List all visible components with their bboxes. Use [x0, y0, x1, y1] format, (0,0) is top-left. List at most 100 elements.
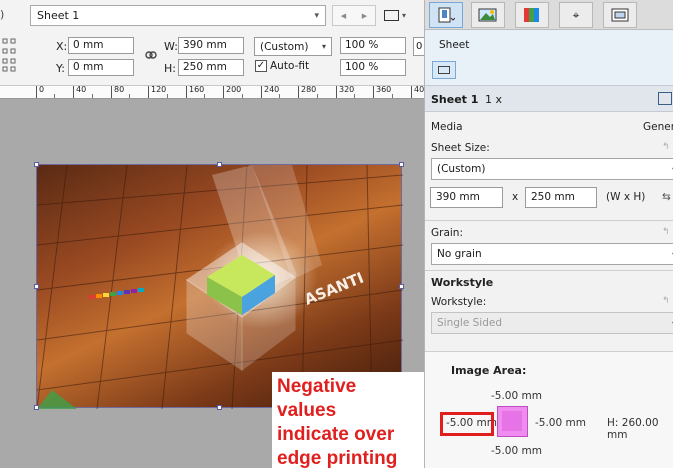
ruler-tick: 280: [298, 86, 316, 98]
y-label: Y:: [56, 62, 65, 75]
h-label: H:: [164, 62, 176, 75]
workstyle-value: Single Sided: [437, 317, 502, 329]
grain-value: No grain: [437, 248, 482, 260]
image-area-label: Image Area:: [451, 364, 527, 377]
resize-handle[interactable]: [34, 162, 39, 167]
chevron-down-icon: ▾: [402, 11, 407, 20]
ruler-minor-tick: [167, 94, 168, 98]
ruler-tick: 80: [111, 86, 124, 98]
tab-images[interactable]: [471, 2, 505, 28]
sheet-size-label: Sheet Size:: [431, 142, 490, 154]
annotation-callout: Negative values indicate over edge print…: [272, 372, 425, 468]
ruler-tick: 240: [261, 86, 279, 98]
sheet-thumbnail-icon: [438, 66, 450, 74]
ruler-tick: 120: [148, 86, 166, 98]
link-dimensions-icon[interactable]: [145, 49, 157, 61]
resize-handle[interactable]: [217, 162, 222, 167]
crosshair-icon: ⌖: [572, 7, 580, 22]
sheet-width-input[interactable]: 390 mm: [430, 187, 503, 208]
grain-label: Grain:: [431, 227, 463, 239]
sheet-settings-icon[interactable]: [658, 92, 672, 105]
times-label: x: [512, 191, 519, 203]
view-mode-button[interactable]: ▾: [384, 5, 418, 26]
right-margin-value[interactable]: -5.00 mm: [535, 417, 586, 429]
sheet-height-input[interactable]: 250 mm: [525, 187, 597, 208]
autofit-label: Auto-fit: [270, 60, 310, 72]
workstyle-select: Single Sided ▾: [431, 312, 673, 334]
bottom-margin-value[interactable]: -5.00 mm: [491, 445, 542, 457]
width-input[interactable]: 390 mm: [178, 37, 244, 54]
tab-crop-marks[interactable]: ⌖: [559, 2, 593, 28]
tab-color-marks[interactable]: [515, 2, 549, 28]
autofit-checkbox-row[interactable]: ✓ Auto-fit: [255, 60, 309, 72]
top-margin-value[interactable]: -5.00 mm: [491, 390, 542, 402]
size-preset-value: (Custom): [260, 40, 309, 53]
ruler-tick: 40: [73, 86, 86, 98]
sheet-title: Sheet 1: [431, 93, 479, 106]
ruler-minor-tick: [204, 94, 205, 98]
height-readout: H: 260.00 mm: [607, 417, 659, 441]
sheet-list-area: Sheet: [425, 30, 673, 85]
ruler-tick: 320: [336, 86, 354, 98]
ruler-tick: 160: [186, 86, 204, 98]
swap-icon[interactable]: ⇆: [662, 191, 671, 203]
image-area-section: Image Area: -5.00 mm -5.00 mm -5.00 mm H…: [425, 351, 673, 468]
ruler-tick: 200: [223, 86, 241, 98]
paren-fragment: ): [0, 8, 5, 21]
margin-highlight-box: [440, 412, 494, 436]
divider: [425, 220, 673, 221]
height-input[interactable]: 250 mm: [178, 59, 244, 76]
cut-off-field[interactable]: 0: [413, 37, 424, 56]
sheet-thumbnail[interactable]: [432, 61, 456, 79]
ruler-minor-tick: [317, 94, 318, 98]
reference-point-icon[interactable]: [2, 38, 16, 72]
ruler-tick: 0: [36, 86, 44, 98]
sheet-select[interactable]: Sheet 1 ▾: [30, 5, 326, 26]
tab-sheet[interactable]: [429, 2, 463, 28]
sheet-list-label: Sheet: [439, 39, 470, 51]
sheet-header: Sheet 1 1 x: [425, 85, 673, 112]
ruler-minor-tick: [92, 94, 93, 98]
top-toolbar: ) Sheet 1 ▾ ◀ ▶ ▾ X: 0 mm Y: 0 mm W: 390…: [0, 0, 424, 86]
link-arrow-icon: ↰: [662, 296, 670, 306]
resize-handle[interactable]: [399, 284, 404, 289]
horizontal-ruler: 0 40 80 120 160 200 240 280 320 360 40: [0, 86, 424, 99]
image-icon: [478, 8, 497, 22]
resize-handle[interactable]: [217, 405, 222, 410]
autofit-checkbox[interactable]: ✓: [255, 60, 267, 72]
ruler-tick: 360: [373, 86, 391, 98]
callout-line: edge printing: [277, 448, 398, 468]
ruler-minor-tick: [54, 94, 55, 98]
ruler-minor-tick: [242, 94, 243, 98]
callout-line: indicate over: [277, 424, 395, 445]
grain-select[interactable]: No grain ▾: [431, 243, 673, 265]
chevron-down-icon: ▾: [314, 10, 319, 21]
wxh-label: (W x H): [606, 191, 646, 203]
color-bars-icon: [524, 8, 539, 22]
resize-handle[interactable]: [34, 405, 39, 410]
general-label[interactable]: Gener: [643, 121, 673, 133]
ruler-tick: 40: [411, 86, 424, 98]
ruler-minor-tick: [279, 94, 280, 98]
next-sheet-icon[interactable]: ▶: [362, 12, 367, 20]
y-input[interactable]: 0 mm: [68, 59, 134, 76]
sheet-count: 1 x: [485, 93, 503, 106]
inspector-panel: ⌖ Sheet Sheet 1 1 x Media Gener Sheet Si…: [424, 0, 673, 468]
resize-handle[interactable]: [34, 284, 39, 289]
callout-line: Negative values: [277, 376, 357, 421]
x-input[interactable]: 0 mm: [68, 37, 134, 54]
resize-handle[interactable]: [399, 162, 404, 167]
x-label: X:: [56, 40, 68, 53]
link-arrow-icon: ↰: [662, 142, 670, 152]
tab-layout[interactable]: [603, 2, 637, 28]
image-area-preview: [497, 406, 528, 437]
sheet-icon: [438, 7, 455, 23]
chevron-down-icon: ▾: [321, 42, 326, 51]
link-arrow-icon: ↰: [662, 227, 670, 237]
prev-sheet-icon[interactable]: ◀: [341, 12, 346, 20]
scale-height-input[interactable]: 100 %: [340, 59, 406, 76]
size-preset-select[interactable]: (Custom) ▾: [254, 37, 332, 56]
sheet-size-value: (Custom): [437, 163, 486, 175]
sheet-size-select[interactable]: (Custom) ▾: [431, 158, 673, 180]
scale-width-input[interactable]: 100 %: [340, 37, 406, 54]
